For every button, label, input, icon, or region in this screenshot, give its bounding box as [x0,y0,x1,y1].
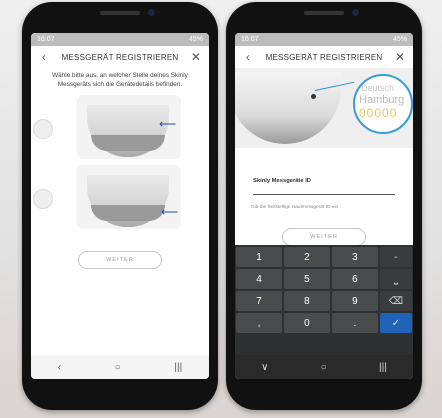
key-2[interactable]: 2 [283,247,330,267]
speaker [304,11,344,15]
device-image-bottom: ⟵ [77,165,181,229]
label-text-2: Hamburg [359,94,405,106]
title-bar: ‹ MESSGERÄT REGISTRIEREN ✕ [31,46,209,68]
radio-bottom[interactable] [33,189,53,209]
back-icon[interactable]: ‹ [37,50,51,64]
status-bar: 16:07 45% [235,33,413,46]
phone-left: 16:07 45% ‹ MESSGERÄT REGISTRIEREN ✕ Wäh… [22,2,218,410]
nav-recent-icon[interactable]: ||| [379,362,387,373]
key-3[interactable]: 3 [331,247,378,267]
key-7[interactable]: 7 [236,291,282,311]
continue-button[interactable]: WEITER [282,228,366,246]
title-bar: ‹ MESSGERÄT REGISTRIEREN ✕ [235,46,413,68]
label-pointer [311,94,316,99]
nav-home-icon[interactable]: ○ [115,362,121,373]
nav-hide-keyboard-icon[interactable]: ∨ [261,362,268,373]
key-minus[interactable]: - [379,247,413,267]
status-battery: 45% [188,36,203,43]
key-1[interactable]: 1 [236,247,282,267]
radio-top[interactable] [33,119,53,139]
key-4[interactable]: 4 [236,269,282,289]
register-screen-select: 16:07 45% ‹ MESSGERÄT REGISTRIEREN ✕ Wäh… [31,33,209,379]
key-0[interactable]: 0 [283,313,330,333]
continue-button[interactable]: WEITER [78,251,162,269]
arrow-left-icon: ⟵ [159,117,177,131]
keyboard-row-3: 7 8 9 ⌫ [235,291,413,311]
label-serial: 00000 [359,106,398,120]
speaker [100,11,140,15]
label-text-1: Deutsch [361,83,395,93]
front-camera [148,9,155,16]
close-icon[interactable]: ✕ [189,50,203,64]
close-icon[interactable]: ✕ [393,50,407,64]
key-6[interactable]: 6 [331,269,378,289]
status-time: 16:07 [37,36,55,43]
phone-right: 16:07 45% ‹ MESSGERÄT REGISTRIEREN ✕ Deu… [226,2,422,410]
status-bar: 16:07 45% [31,33,209,46]
id-field-hint: Gib die fünfstellige Hautmessgerät ID ei… [251,205,339,210]
magnifier-lens: Deutsch Hamburg 00000 [353,74,413,134]
key-8[interactable]: 8 [283,291,330,311]
arrow-left-icon: ⟵ [161,205,179,219]
key-9[interactable]: 9 [331,291,378,311]
page-title: MESSGERÄT REGISTRIEREN [61,52,179,62]
android-nav-bar: ‹ ○ ||| [31,355,209,379]
device-label-image: Deutsch Hamburg 00000 [235,68,413,148]
register-screen-id: 16:07 45% ‹ MESSGERÄT REGISTRIEREN ✕ Deu… [235,33,413,379]
keyboard-row-1: 1 2 3 - [235,247,413,267]
instructions: Wähle bitte aus, an welcher Stelle deine… [52,72,188,88]
device-body [235,72,341,144]
android-nav-bar: ∨ ○ ||| [235,355,413,379]
key-period[interactable]: . [331,313,378,333]
front-camera [352,9,359,16]
key-space[interactable]: ⎵ [379,269,413,289]
status-time: 16:07 [241,36,259,43]
nav-recent-icon[interactable]: ||| [174,362,182,373]
key-5[interactable]: 5 [283,269,330,289]
key-done[interactable]: ✓ [379,313,413,333]
location-option-top[interactable]: ⟵ [31,95,209,159]
keyboard-row-4: , 0 . ✓ [235,313,413,333]
device-base [91,205,165,221]
nav-home-icon[interactable]: ○ [321,362,327,373]
device-base [91,135,165,151]
status-battery: 45% [392,36,407,43]
back-icon[interactable]: ‹ [241,50,255,64]
id-field-label: Skinly Messgeräte ID [253,178,311,184]
key-backspace[interactable]: ⌫ [379,291,413,311]
location-option-bottom[interactable]: ⟵ [31,165,209,229]
page-title: MESSGERÄT REGISTRIEREN [265,52,383,62]
numeric-keyboard: 1 2 3 - 4 5 6 ⎵ 7 8 9 ⌫ , 0 . ✓ [235,245,413,355]
nav-back-icon[interactable]: ‹ [58,362,61,373]
keyboard-row-2: 4 5 6 ⎵ [235,269,413,289]
key-comma[interactable]: , [236,313,282,333]
device-image-top: ⟵ [77,95,181,159]
